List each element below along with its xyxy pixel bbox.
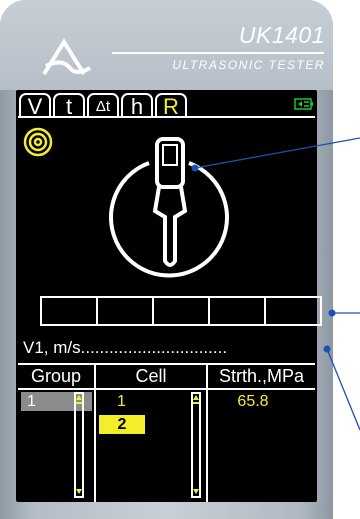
- table-header-divider: [18, 388, 315, 390]
- model-name: UK1401: [238, 22, 325, 48]
- tab-delta-t[interactable]: Δt: [87, 93, 119, 116]
- velocity-readout: V1, m/s...............................: [23, 338, 227, 358]
- bar-segment: [208, 296, 266, 326]
- bar-segment: [264, 296, 322, 326]
- display-screen: V t Δt h R V1, m/s......................…: [16, 90, 322, 502]
- device-body: UK1401 ULTRASONIC TESTER V t Δt h R V1, …: [0, 0, 333, 519]
- tab-h[interactable]: h: [121, 93, 153, 118]
- logo-icon: [42, 38, 91, 76]
- device-header: UK1401 ULTRASONIC TESTER: [0, 0, 333, 90]
- tab-v[interactable]: V: [19, 93, 51, 118]
- header-group: Group: [30, 366, 82, 386]
- bar-segment: [152, 296, 210, 326]
- header-cell: Cell: [135, 366, 167, 386]
- tab-t[interactable]: t: [53, 93, 85, 118]
- velocity-label: V1, m/s: [23, 338, 81, 357]
- velocity-value: ...............................: [80, 338, 228, 357]
- header-strength: Strth.,MPa: [218, 366, 305, 386]
- tab-underline: [18, 116, 315, 118]
- bar-segment: [96, 296, 154, 326]
- table-top-divider: [18, 363, 315, 365]
- bar-segment: [40, 296, 98, 326]
- brand-divider: [112, 52, 324, 54]
- probe-icon: [109, 137, 229, 278]
- cell-scrollbar[interactable]: [191, 392, 201, 498]
- cell-item[interactable]: 1: [117, 392, 126, 411]
- group-scrollbar[interactable]: [74, 392, 84, 498]
- battery-icon: [294, 98, 313, 110]
- sensor-rings-icon: [23, 127, 53, 157]
- scroll-arrows-icon: [193, 395, 199, 494]
- segment-bar: [40, 296, 322, 326]
- device-subtitle: ULTRASONIC TESTER: [172, 58, 325, 72]
- strength-value: 65.8: [237, 393, 269, 410]
- scroll-arrows-icon: [76, 395, 82, 494]
- tab-r[interactable]: R: [155, 93, 187, 118]
- cell-item-selected[interactable]: 2: [99, 415, 145, 434]
